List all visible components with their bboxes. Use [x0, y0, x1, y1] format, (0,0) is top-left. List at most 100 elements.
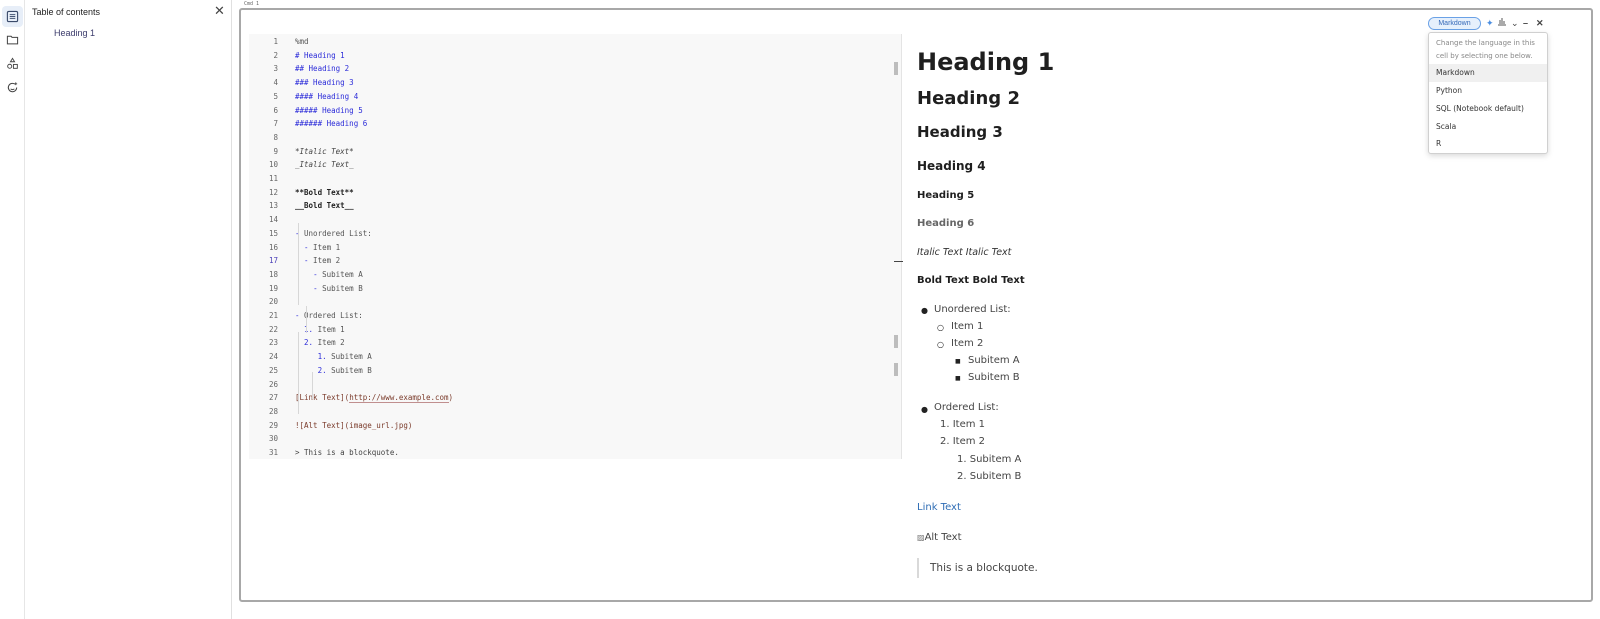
broken-image-icon: ▨ [917, 533, 925, 542]
line-number: 17 [268, 256, 278, 266]
line-number: 8 [273, 132, 278, 142]
code-text: [Link Text](http://www.example.com) [295, 393, 454, 404]
language-option-markdown[interactable]: Markdown [1429, 64, 1547, 82]
code-line[interactable]: 25 2. Subitem B [249, 366, 901, 380]
code-line[interactable]: 31 > This is a blockquote. [249, 448, 901, 462]
code-line[interactable]: 18 - Subitem A [249, 270, 901, 284]
shapes-button[interactable] [2, 53, 23, 74]
code-text: 1. Subitem A [317, 352, 372, 362]
line-number: 18 [268, 269, 278, 279]
line-number: 28 [268, 406, 278, 416]
code-line[interactable]: 24 1. Subitem A [249, 352, 901, 366]
code-text: 1. Item 1 [304, 324, 345, 334]
line-number: 1 [273, 37, 278, 46]
line-number: 3 [273, 64, 278, 74]
code-line[interactable]: 6 ##### Heading 5 [249, 106, 901, 120]
language-option-scala[interactable]: Scala [1429, 118, 1547, 136]
list-item: 2. Subitem B [957, 471, 1022, 482]
line-number: 16 [268, 242, 278, 252]
bullet-circle: ○ [937, 323, 944, 332]
line-number: 10 [268, 160, 278, 170]
code-line[interactable]: 16 - Item 1 [249, 243, 901, 257]
notebook-cell[interactable]: 1 %md 2 # Heading 1 3 ## Heading 2 4 ### Headin… [239, 8, 1593, 602]
line-number: 20 [268, 297, 278, 307]
code-line[interactable]: 17 - Item 2 [249, 256, 901, 270]
code-line[interactable]: 5 #### Heading 4 [249, 92, 901, 106]
chart-icon[interactable] [1497, 16, 1507, 30]
code-line[interactable]: 23 2. Item 2 [249, 338, 901, 352]
table-of-contents-icon [6, 10, 19, 23]
table-of-contents-button[interactable] [2, 6, 23, 27]
code-line[interactable]: 1 %md [249, 37, 901, 51]
list-item: Item 2 [951, 338, 984, 349]
code-line[interactable]: 13 __Bold Text__ [249, 201, 901, 215]
indent-guide [312, 372, 313, 399]
code-line[interactable]: 4 ### Heading 3 [249, 78, 901, 92]
line-number: 29 [268, 420, 278, 430]
close-icon[interactable]: ✕ [1536, 16, 1544, 30]
list-item: 1. Item 1 [940, 419, 986, 430]
resize-handle[interactable] [894, 261, 903, 262]
code-line[interactable]: 30 [249, 434, 901, 448]
split-divider[interactable] [901, 34, 902, 459]
code-text: 2. Subitem B [317, 365, 372, 375]
language-dropdown: Change the language in this cell by sele… [1428, 32, 1548, 154]
code-line[interactable]: 22 1. Item 1 [249, 325, 901, 339]
list-item: Unordered List: [934, 304, 1011, 315]
language-option-sql[interactable]: SQL (Notebook default) [1429, 100, 1547, 118]
line-number: 23 [268, 338, 278, 348]
broken-image: ▨Alt Text [917, 532, 962, 543]
code-line[interactable]: 14 [249, 215, 901, 229]
history-button[interactable] [2, 77, 23, 98]
code-line[interactable]: 15 - Unordered List: [249, 229, 901, 243]
code-line[interactable]: 10 _Italic Text_ [249, 160, 901, 174]
code-text: - Subitem A [313, 269, 363, 279]
code-line[interactable]: 20 [249, 297, 901, 311]
code-line[interactable]: 3 ## Heading 2 [249, 64, 901, 78]
line-number: 31 [268, 448, 278, 457]
code-editor[interactable]: 1 %md 2 # Heading 1 3 ## Heading 2 4 ### Headin… [249, 34, 901, 459]
language-option-python[interactable]: Python [1429, 82, 1547, 100]
code-line[interactable]: 29 ![Alt Text](image_url.jpg) [249, 421, 901, 435]
line-number: 19 [268, 283, 278, 293]
code-text: **Bold Text** [295, 187, 354, 197]
line-number: 27 [268, 393, 278, 403]
sparkle-icon[interactable]: ✦ [1486, 16, 1494, 30]
code-line[interactable]: 21- Ordered List: [249, 311, 901, 325]
scroll-marker [894, 335, 898, 348]
language-selector-button[interactable]: Markdown [1428, 17, 1481, 30]
chevron-down-icon[interactable]: ⌄ [1511, 16, 1519, 30]
code-line[interactable]: 27 [Link Text](http://www.example.com) [249, 393, 901, 407]
code-line[interactable]: 19 - Subitem B [249, 284, 901, 298]
preview-heading-4: Heading 4 [917, 159, 986, 173]
files-button[interactable] [2, 29, 23, 50]
list-item: Ordered List: [934, 402, 999, 413]
image-alt-text: Alt Text [924, 532, 962, 543]
cell-label: Cmd 1 [244, 1, 260, 7]
code-line[interactable]: 26 [249, 380, 901, 394]
minimize-icon[interactable]: – [1523, 16, 1528, 30]
code-text: - Subitem B [313, 283, 363, 293]
preview-heading-1: Heading 1 [917, 48, 1055, 76]
code-line[interactable]: 8 [249, 133, 901, 147]
code-line[interactable]: 12 **Bold Text** [249, 188, 901, 202]
table-of-contents-panel: Table of contents ✕ Heading 1 [25, 0, 232, 619]
code-line[interactable]: 11 [249, 174, 901, 188]
toc-item[interactable]: Heading 1 [54, 28, 95, 38]
bullet-circle: ○ [937, 340, 944, 349]
indent-guide [298, 332, 299, 414]
code-line[interactable]: 28 [249, 407, 901, 421]
close-icon[interactable]: ✕ [214, 4, 225, 17]
code-line[interactable]: 9 *Italic Text* [249, 147, 901, 161]
code-text: ![Alt Text](image_url.jpg) [295, 420, 413, 430]
preview-link[interactable]: Link Text [917, 502, 961, 513]
language-option-r[interactable]: R [1429, 135, 1547, 153]
list-item: 1. Subitem A [957, 454, 1022, 465]
code-line[interactable]: 2 # Heading 1 [249, 51, 901, 65]
code-line[interactable]: 7 ###### Heading 6 [249, 119, 901, 133]
code-text: > This is a blockquote. [295, 448, 399, 457]
code-text: # Heading 1 [295, 50, 345, 60]
code-text: ## Heading 2 [295, 64, 350, 74]
preview-blockquote: This is a blockquote. [917, 558, 1038, 578]
bullet-square: ■ [955, 375, 961, 382]
